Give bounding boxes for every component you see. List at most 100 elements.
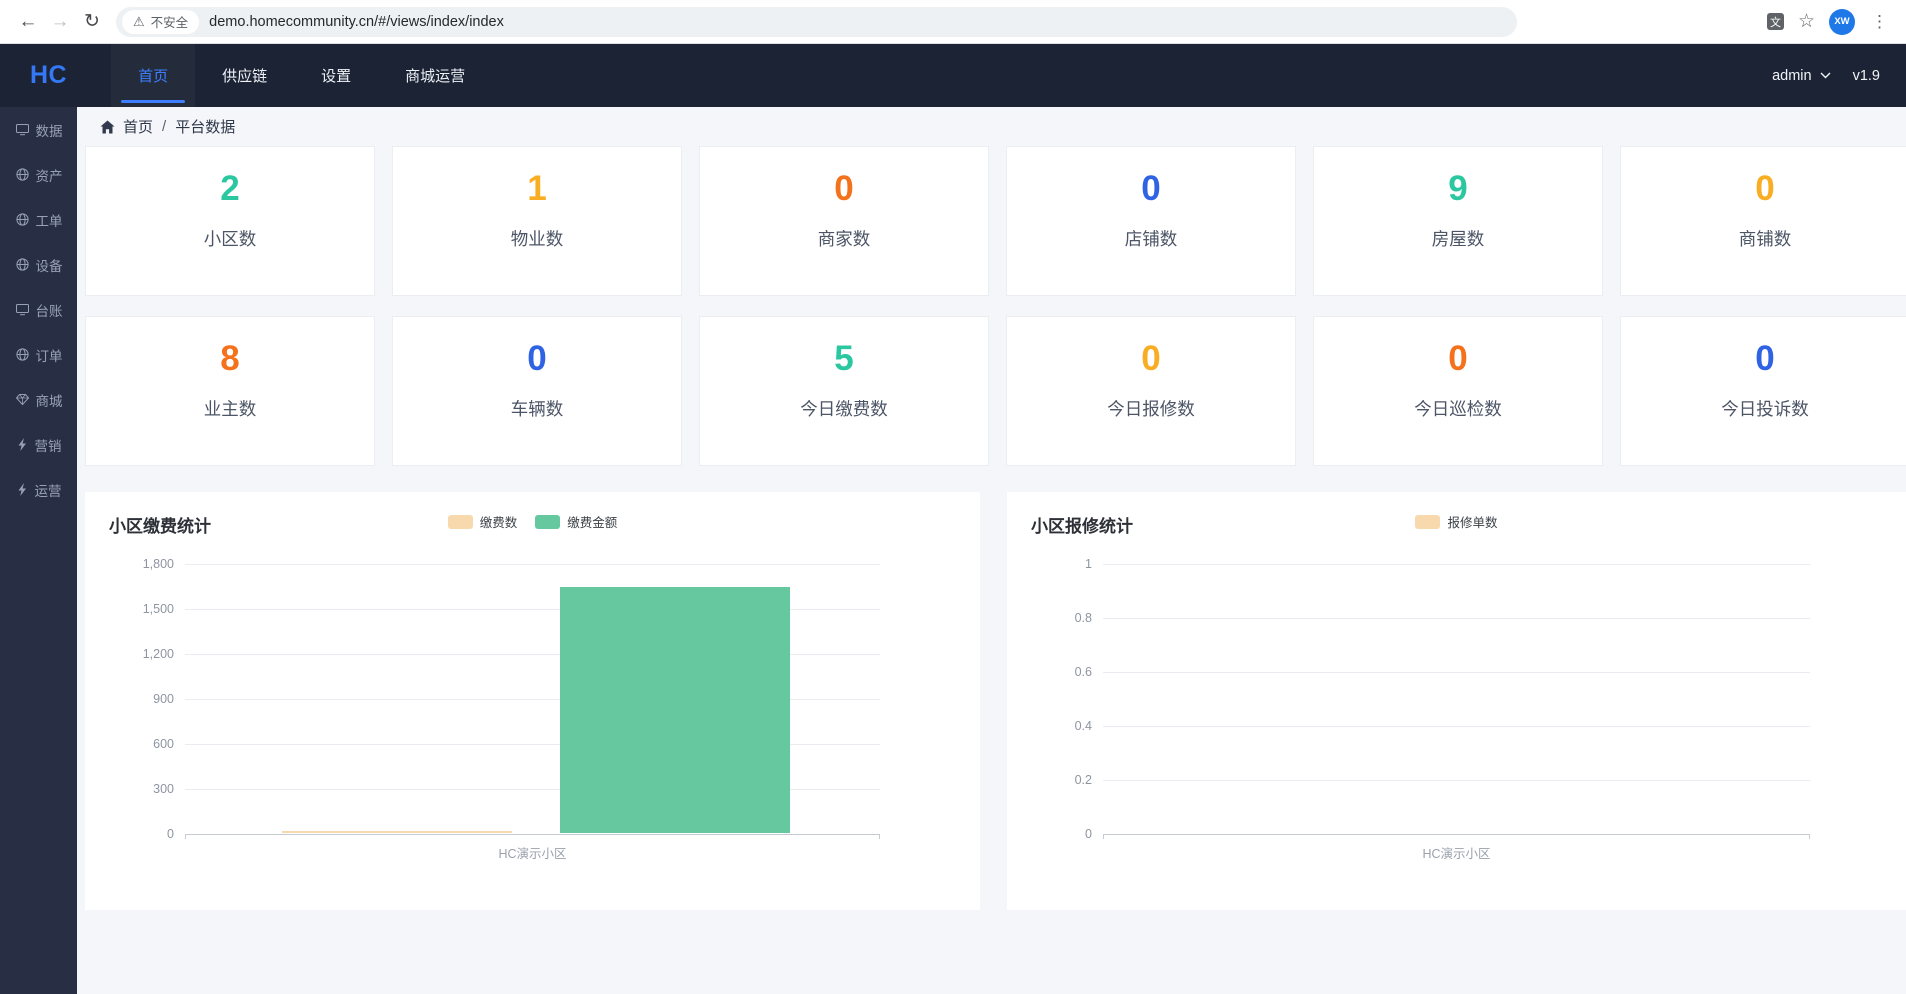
- stat-card-property-companies: 1 物业数: [392, 146, 682, 296]
- browser-menu-icon[interactable]: ⋮: [1869, 13, 1890, 30]
- stat-value: 0: [1621, 170, 1906, 209]
- stat-card-today-complaints: 0 今日投诉数: [1620, 316, 1906, 466]
- y-tick-label: 1,500: [143, 602, 174, 616]
- stat-card-today-payments: 5 今日缴费数: [699, 316, 989, 466]
- monitor-icon: [15, 122, 30, 137]
- breadcrumb: 首页 / 平台数据: [77, 107, 1906, 146]
- legend-swatch: [448, 515, 473, 529]
- x-axis-line: [1103, 834, 1810, 835]
- legend-label: 缴费金额: [567, 512, 617, 531]
- user-menu[interactable]: admin: [1772, 68, 1831, 84]
- stat-card-shops: 0 商铺数: [1620, 146, 1906, 296]
- legend-item[interactable]: 缴费数: [448, 512, 518, 531]
- y-tick-label: 0: [167, 827, 174, 841]
- home-icon: [100, 120, 115, 134]
- globe-icon: [15, 167, 30, 182]
- y-tick-label: 1: [1085, 557, 1092, 571]
- monitor-icon: [15, 302, 30, 317]
- stat-label: 今日报修数: [1007, 396, 1295, 421]
- y-tick-label: 0.8: [1075, 611, 1092, 625]
- stat-value: 8: [86, 340, 374, 379]
- y-tick-label: 0.4: [1075, 719, 1092, 733]
- tab-mall-operation[interactable]: 商城运营: [378, 44, 492, 107]
- stat-card-today-inspections: 0 今日巡检数: [1313, 316, 1603, 466]
- breadcrumb-current: 平台数据: [175, 116, 235, 137]
- sidebar-item-devices[interactable]: 设备: [0, 242, 77, 287]
- x-category-label: HC演示小区: [1103, 843, 1810, 862]
- sidebar-item-operation[interactable]: 运营: [0, 467, 77, 512]
- sidebar-item-marketing[interactable]: 营销: [0, 422, 77, 467]
- bar-缴费数: [282, 831, 511, 833]
- site-security-chip[interactable]: ⚠ 不安全: [122, 10, 199, 34]
- legend-label: 缴费数: [480, 512, 518, 531]
- stat-value: 5: [700, 340, 988, 379]
- bar-缴费金额: [560, 587, 789, 833]
- sidebar: 数据 资产 工单 设备 台账 订单 商城 营销: [0, 107, 77, 994]
- tab-settings[interactable]: 设置: [294, 44, 378, 107]
- bolt-icon: [16, 437, 29, 452]
- y-tick-label: 900: [153, 692, 174, 706]
- forward-icon[interactable]: →: [44, 6, 76, 38]
- app-header: HC 首页 供应链 设置 商城运营 admin v1.9: [0, 44, 1906, 107]
- sidebar-item-assets[interactable]: 资产: [0, 152, 77, 197]
- stat-card-stores: 0 店铺数: [1006, 146, 1296, 296]
- security-label: 不安全: [151, 12, 189, 31]
- y-tick-label: 0: [1085, 827, 1092, 841]
- x-category-label: HC演示小区: [185, 843, 880, 862]
- sidebar-item-mall[interactable]: 商城: [0, 377, 77, 422]
- stat-value: 0: [1007, 170, 1295, 209]
- stat-label: 业主数: [86, 396, 374, 421]
- stat-label: 店铺数: [1007, 226, 1295, 251]
- tab-supply-chain[interactable]: 供应链: [195, 44, 294, 107]
- app-logo[interactable]: HC: [30, 61, 67, 90]
- legend-item[interactable]: 缴费金额: [535, 512, 617, 531]
- sidebar-item-ledger[interactable]: 台账: [0, 287, 77, 332]
- url-text: demo.homecommunity.cn/#/views/index/inde…: [209, 14, 504, 30]
- payment-stats-chart: 小区缴费统计 缴费数缴费金额 1,8001,5001,2009006003000…: [85, 492, 980, 910]
- sidebar-item-work-orders[interactable]: 工单: [0, 197, 77, 242]
- y-tick-label: 0.6: [1075, 665, 1092, 679]
- stat-label: 房屋数: [1314, 226, 1602, 251]
- bookmark-star-icon[interactable]: ☆: [1798, 12, 1815, 31]
- x-axis-line: [185, 834, 880, 835]
- repair-stats-chart: 小区报修统计 报修单数 10.80.60.40.20HC演示小区: [1007, 492, 1906, 910]
- address-bar[interactable]: ⚠ 不安全 demo.homecommunity.cn/#/views/inde…: [116, 7, 1517, 37]
- gridline: [1103, 780, 1810, 781]
- stat-card-vehicles: 0 车辆数: [392, 316, 682, 466]
- y-tick-label: 600: [153, 737, 174, 751]
- header-right: admin v1.9: [1772, 68, 1880, 84]
- legend-swatch: [535, 515, 560, 529]
- breadcrumb-home[interactable]: 首页: [123, 116, 153, 137]
- bolt-icon: [16, 482, 29, 497]
- gem-icon: [15, 392, 30, 407]
- stat-card-merchants: 0 商家数: [699, 146, 989, 296]
- sidebar-item-data[interactable]: 数据: [0, 107, 77, 152]
- charts-row: 小区缴费统计 缴费数缴费金额 1,8001,5001,2009006003000…: [77, 492, 1906, 910]
- browser-profile-avatar[interactable]: XW: [1829, 9, 1855, 35]
- tab-home[interactable]: 首页: [111, 44, 195, 107]
- stat-card-owners: 8 业主数: [85, 316, 375, 466]
- y-tick-label: 1,800: [143, 557, 174, 571]
- stat-label: 商铺数: [1621, 226, 1906, 251]
- back-icon[interactable]: ←: [12, 6, 44, 38]
- gridline: [1103, 564, 1810, 565]
- sidebar-item-orders[interactable]: 订单: [0, 332, 77, 377]
- stat-label: 今日投诉数: [1621, 396, 1906, 421]
- gridline: [1103, 672, 1810, 673]
- user-name: admin: [1772, 68, 1812, 84]
- translate-icon[interactable]: 文: [1767, 13, 1784, 30]
- reload-icon[interactable]: ↻: [76, 6, 108, 38]
- stat-value: 0: [1314, 340, 1602, 379]
- browser-actions: 文 ☆ XW ⋮: [1767, 9, 1894, 35]
- breadcrumb-separator: /: [161, 118, 167, 135]
- warning-icon: ⚠: [133, 15, 145, 28]
- stat-value: 9: [1314, 170, 1602, 209]
- legend-swatch: [1415, 515, 1440, 529]
- chevron-down-icon: [1820, 72, 1831, 79]
- stat-card-today-repairs: 0 今日报修数: [1006, 316, 1296, 466]
- legend-item[interactable]: 报修单数: [1415, 512, 1497, 531]
- stat-value: 2: [86, 170, 374, 209]
- stat-value: 0: [1007, 340, 1295, 379]
- y-tick-label: 0.2: [1075, 773, 1092, 787]
- stat-label: 今日缴费数: [700, 396, 988, 421]
